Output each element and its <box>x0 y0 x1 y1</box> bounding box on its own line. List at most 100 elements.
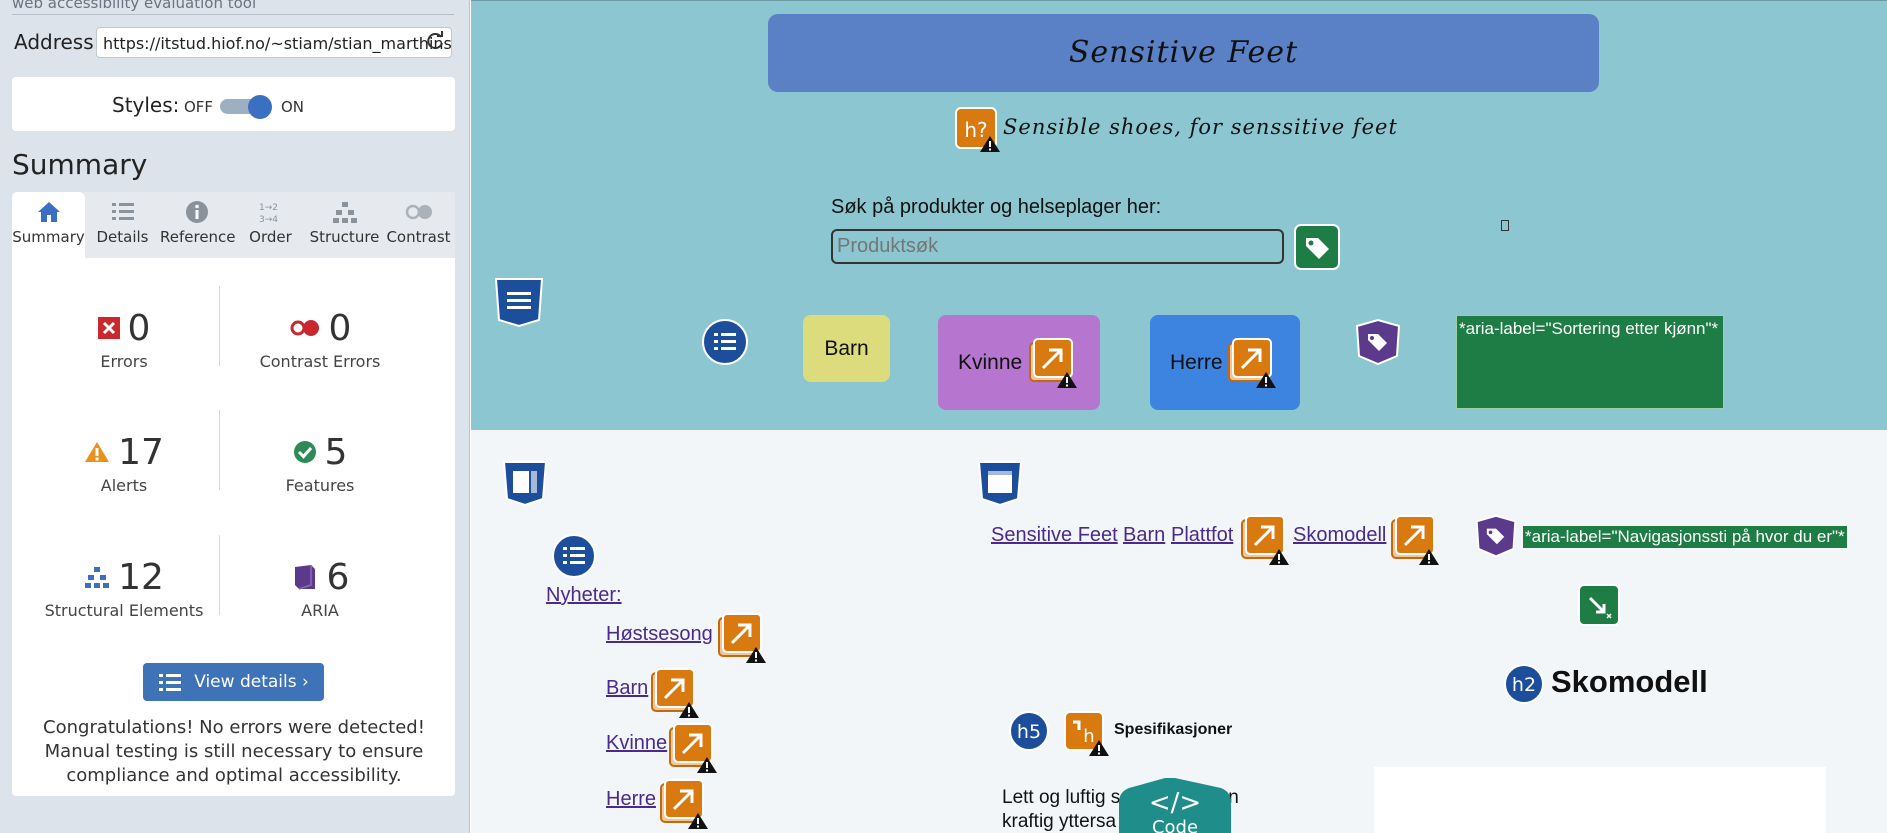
nav-herre-label: Herre <box>1170 350 1223 374</box>
svg-text:3→4: 3→4 <box>259 215 278 224</box>
header-region-icon[interactable] <box>493 276 545 328</box>
h2-heading-icon[interactable]: h2 <box>1503 663 1545 705</box>
errors-label: Errors <box>100 352 148 371</box>
congrats-message: Congratulations! No errors were detected… <box>43 717 425 786</box>
aside-region-icon[interactable] <box>501 459 549 507</box>
unordered-list-icon[interactable] <box>551 533 597 579</box>
aria-label-icon[interactable] <box>1354 318 1402 366</box>
contrast-error-icon <box>290 320 319 336</box>
structure-icon <box>332 202 357 223</box>
svg-text:1→2: 1→2 <box>259 203 278 213</box>
label-feature-icon[interactable] <box>1294 224 1340 270</box>
tab-label: Contrast <box>386 228 451 246</box>
aria-label-breadcrumb: *aria-label="Navigasjonssti på hvor du e… <box>1523 526 1847 548</box>
main-region-icon[interactable] <box>976 459 1024 507</box>
skipped-heading-alert-icon[interactable]: h <box>1063 710 1111 758</box>
summary-panel: Summary Details Reference 1→2 3→4 Order S… <box>12 192 455 796</box>
news-link-hostsesong[interactable]: Høstsesong <box>606 623 713 646</box>
address-input[interactable]: https://itstud.hiof.no/~stiam/stian_mart… <box>96 27 452 58</box>
heading-alert-icon[interactable]: h? <box>954 106 1002 154</box>
reload-icon[interactable] <box>424 31 446 53</box>
aria-label-icon[interactable] <box>1474 514 1518 558</box>
breadcrumb-sensitive-feet[interactable]: Sensitive Feet <box>991 524 1118 547</box>
svg-text:h: h <box>1083 726 1094 747</box>
info-icon <box>185 201 208 223</box>
unordered-list-icon[interactable] <box>701 318 749 366</box>
styles-toggle-card: Styles: OFF ON <box>12 77 455 131</box>
skip-link-feature-icon[interactable] <box>1578 584 1620 626</box>
h2-badge-text: h2 <box>1512 674 1536 696</box>
nav-barn-label: Barn <box>824 336 869 360</box>
view-details-label: View details › <box>194 672 309 692</box>
styles-toggle[interactable] <box>220 95 274 119</box>
order-icon: 1→23→4 <box>259 203 278 224</box>
tab-reference[interactable]: Reference <box>160 192 236 258</box>
redundant-link-alert-icon[interactable] <box>669 723 719 775</box>
tab-summary[interactable]: Summary <box>12 192 85 258</box>
tab-label: Details <box>96 228 149 246</box>
redundant-link-alert-icon[interactable] <box>718 613 768 665</box>
error-icon <box>97 317 120 339</box>
tab-order[interactable]: 1→2 3→4 Order <box>234 192 307 258</box>
stat-aria[interactable]: 6 ARIA <box>230 557 410 620</box>
news-link-herre[interactable]: Herre <box>606 788 656 811</box>
stat-alerts[interactable]: 17 Alerts <box>34 432 214 495</box>
stat-features[interactable]: 5 Features <box>230 431 410 496</box>
site-subtitle: Sensible shoes, for senssitive feet <box>1003 115 1398 139</box>
breadcrumb-plattfot[interactable]: Plattfot <box>1171 524 1233 547</box>
nav-barn-button[interactable]: Barn <box>803 315 890 382</box>
alert-icon <box>85 442 110 462</box>
alerts-label: Alerts <box>100 476 148 495</box>
tab-label: Reference <box>160 228 236 246</box>
redundant-link-alert-icon[interactable] <box>660 779 710 831</box>
list-icon <box>111 203 134 220</box>
tab-label: Order <box>249 228 292 246</box>
stat-errors[interactable]: 0 Errors <box>34 308 214 371</box>
stat-structural[interactable]: 12 Structural Elements <box>34 557 214 621</box>
redundant-link-alert-icon[interactable] <box>1029 338 1079 390</box>
view-details-button[interactable]: View details › <box>143 663 324 701</box>
address-label: Address: <box>14 30 101 54</box>
divider <box>219 286 220 366</box>
evaluated-page: Sensitive Feet h? Sensible shoes, for se… <box>471 0 1887 833</box>
tab-label: Summary <box>12 228 85 246</box>
aria-label: ARIA <box>301 601 339 620</box>
redundant-link-alert-icon[interactable] <box>1241 515 1291 567</box>
breadcrumb-skomodell[interactable]: Skomodell <box>1293 524 1386 547</box>
breadcrumb-barn[interactable]: Barn <box>1123 524 1165 547</box>
para-line-2: kraftig yttersa <box>1002 811 1117 832</box>
wave-sidebar: web accessibility evaluation tool Addres… <box>0 0 470 833</box>
tab-contrast[interactable]: Contrast <box>382 192 455 258</box>
aria-icon <box>294 565 315 590</box>
divider <box>219 410 220 490</box>
nav-kvinne-label: Kvinne <box>958 350 1023 374</box>
redundant-link-alert-icon[interactable] <box>651 668 701 720</box>
news-link-kvinne[interactable]: Kvinne <box>606 732 667 755</box>
h-badge-text: h? <box>964 118 987 142</box>
feature-check-icon <box>293 441 316 463</box>
summary-title: Summary <box>12 148 148 181</box>
code-panel-toggle[interactable]: </> Code <box>1119 778 1231 833</box>
tab-details[interactable]: Details <box>86 192 159 258</box>
search-input[interactable] <box>831 229 1284 264</box>
redundant-link-alert-icon[interactable] <box>1228 338 1278 390</box>
code-icon: </> <box>1149 788 1201 818</box>
redundant-link-alert-icon[interactable] <box>1391 515 1441 567</box>
structure-icon <box>85 567 110 588</box>
list-icon <box>159 674 182 691</box>
news-link-barn[interactable]: Barn <box>606 677 648 700</box>
para-line-1: Lett og luftig s <box>1002 787 1121 808</box>
divider <box>12 14 454 15</box>
tab-structure[interactable]: Structure <box>308 192 381 258</box>
news-heading-link[interactable]: Nyheter: <box>546 584 622 607</box>
toggle-knob <box>248 95 272 119</box>
errors-count: 0 <box>127 307 151 349</box>
alerts-count: 17 <box>118 431 164 473</box>
h5-heading-icon[interactable]: h5 <box>1008 710 1050 752</box>
features-count: 5 <box>324 431 348 473</box>
product-image-card <box>1374 767 1826 833</box>
small-box-glyph <box>1501 220 1509 231</box>
stat-contrast-errors[interactable]: 0 Contrast Errors <box>230 308 410 372</box>
features-label: Features <box>285 476 355 495</box>
aria-count: 6 <box>326 556 350 598</box>
